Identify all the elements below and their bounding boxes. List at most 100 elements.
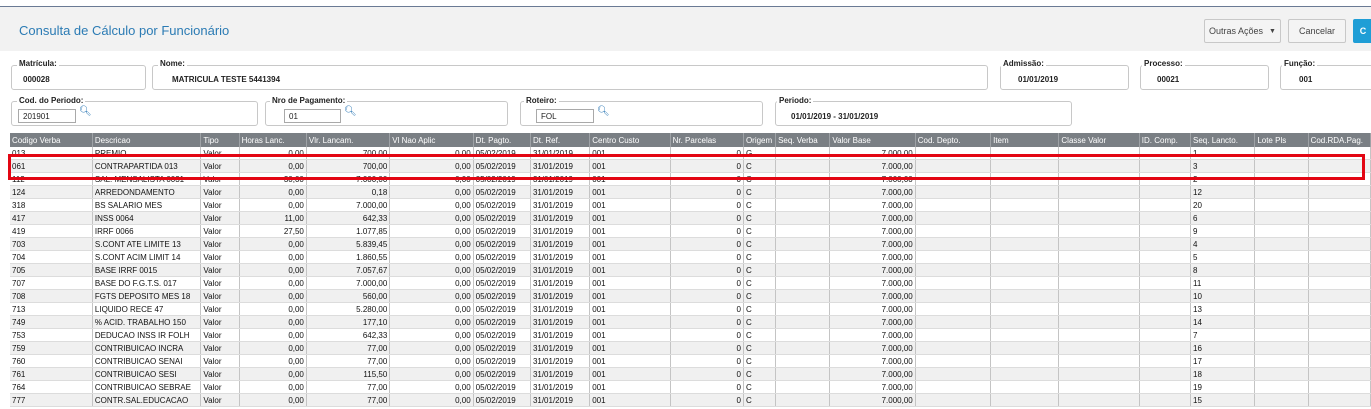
table-cell: 7.057,67 (306, 263, 391, 277)
column-header[interactable]: Nr. Parcelas (670, 133, 744, 147)
table-cell: 0,00 (389, 263, 474, 277)
column-header[interactable]: Vlr. Lancam. (306, 133, 391, 147)
table-row[interactable]: 707 BASE DO F.G.T.S. 017 Valor 0,00 7.000,00… (10, 276, 1371, 290)
column-header[interactable]: Dt. Ref. (530, 133, 591, 147)
column-header[interactable]: Item (990, 133, 1060, 147)
table-cell (990, 172, 1060, 186)
column-header[interactable]: Centro Custo (589, 133, 671, 147)
table-cell: 0,00 (389, 354, 474, 368)
table-cell: 31/01/2019 (530, 302, 591, 316)
confirm-button[interactable]: C (1353, 19, 1371, 43)
table-cell: 9 (1190, 224, 1256, 238)
table-row[interactable]: 124 ARREDONDAMENTO Valor 0,00 0,18 0,00 05/02/… (10, 185, 1371, 199)
table-cell: 31/01/2019 (530, 198, 591, 212)
table-row[interactable]: 112 SAL. MENSALISTA 0031 Valor 30,00 7.000,0… (10, 172, 1371, 186)
search-icon[interactable]: 🔍︎ (344, 106, 357, 117)
table-cell (1139, 289, 1192, 303)
table-cell: 705 (10, 263, 93, 277)
column-header[interactable]: Seq. Lancto. (1190, 133, 1256, 147)
table-cell (915, 393, 992, 407)
table-cell: 11,00 (239, 211, 307, 225)
table-cell (775, 380, 831, 394)
table-row[interactable]: 777 CONTR.SAL.EDUCACAO Valor 0,00 77,00 0,00 0… (10, 393, 1371, 407)
table-cell (990, 224, 1060, 238)
table-row[interactable]: 753 DEDUCAO INSS IR FOLH Valor 0,00 642,33 0,… (10, 328, 1371, 342)
column-header[interactable]: Descricao (92, 133, 202, 147)
table-cell: 0,00 (389, 172, 474, 186)
table-row[interactable]: 705 BASE IRRF 0015 Valor 0,00 7.057,67 0,00 05… (10, 263, 1371, 277)
column-header[interactable]: Horas Lanc. (239, 133, 307, 147)
table-row[interactable]: 749% ACID. TRABALHO 150 Valor 0,00 177,10 0,… (10, 315, 1371, 329)
table-cell: 13 (1190, 302, 1256, 316)
search-icon[interactable]: 🔍︎ (79, 106, 92, 117)
table-cell: 7.000,00 (829, 237, 916, 251)
column-header[interactable]: Dt. Pagto. (473, 133, 531, 147)
table-cell: 14 (1190, 315, 1256, 329)
other-actions-button[interactable]: Outras Ações ▼ (1204, 19, 1281, 43)
table-row[interactable]: 318 BS SALARIO MES Valor 0,00 7.000,00 0,00 05… (10, 198, 1371, 212)
column-header[interactable]: ID. Comp. (1139, 133, 1192, 147)
table-row[interactable]: 417 INSS 0064 Valor 11,00 642,33 0,00 05/02/20… (10, 211, 1371, 225)
table-cell: BASE DO F.G.T.S. 017 (92, 276, 202, 290)
column-header[interactable]: Origem (743, 133, 777, 147)
table-row[interactable]: 419 IRRF 0066 Valor 27,50 1.077,85 0,00 05/02/… (10, 224, 1371, 238)
table-row[interactable]: 764 CONTRIBUICAO SEBRAE Valor 0,00 77,00 0,00… (10, 380, 1371, 394)
column-header[interactable]: Cod. Depto. (915, 133, 992, 147)
table-cell: Valor (200, 328, 240, 342)
roteiro-input[interactable]: FOL (536, 109, 594, 123)
table-cell: 0,00 (239, 185, 307, 199)
table-cell (990, 367, 1060, 381)
table-cell (1254, 172, 1309, 186)
table-cell: 7.000,00 (829, 341, 916, 355)
table-cell (1254, 315, 1309, 329)
table-cell: 11 (1190, 276, 1256, 290)
column-header[interactable]: Lote Pls (1254, 133, 1309, 147)
table-row[interactable]: 708 FGTS DEPOSITO MES 18 Valor 0,00 560,00 0,… (10, 289, 1371, 303)
table-cell: 0 (670, 172, 744, 186)
table-cell: 707 (10, 276, 93, 290)
table-row[interactable]: 761 CONTRIBUICAO SESI Valor 0,00 115,50 0,00 0… (10, 367, 1371, 381)
table-cell: 0 (670, 185, 744, 199)
column-header[interactable]: Seq. Verba (775, 133, 831, 147)
table-cell: C (743, 354, 777, 368)
admissao-value: 01/01/2019 (1018, 75, 1059, 84)
table-cell (990, 250, 1060, 264)
table-cell: 31/01/2019 (530, 328, 591, 342)
table-cell: 0 (670, 302, 744, 316)
table-cell: CONTR.SAL.EDUCACAO (92, 393, 202, 407)
cod-periodo-input[interactable]: 201901 (18, 109, 76, 123)
table-cell: 0,00 (239, 393, 307, 407)
table-cell: Valor (200, 354, 240, 368)
table-row[interactable]: 703 S.CONT ATE LIMITE 13 Valor 0,00 5.839,45… (10, 237, 1371, 251)
table-row[interactable]: 760 CONTRIBUICAO SENAI Valor 0,00 77,00 0,00 0… (10, 354, 1371, 368)
table-cell: 31/01/2019 (530, 276, 591, 290)
table-cell: Valor (200, 276, 240, 290)
column-header[interactable]: Tipo (200, 133, 240, 147)
table-row[interactable]: 013 PREMIO Valor 0,00 700,00 0,00 05/02/2019 31… (10, 147, 1371, 160)
table-row[interactable]: 704 S.CONT ACIM LIMIT 14 Valor 0,00 1.860,55… (10, 250, 1371, 264)
table-cell (990, 159, 1060, 173)
table-cell: 7 (1190, 328, 1256, 342)
table-row[interactable]: 759 CONTRIBUICAO INCRA Valor 0,00 77,00 0,00 0… (10, 341, 1371, 355)
table-cell: 0 (670, 354, 744, 368)
nro-pagamento-input[interactable]: 01 (284, 109, 341, 123)
table-row[interactable]: 061 CONTRAPARTIDA 013 Valor 0,00 700,00 0,00 0… (10, 159, 1371, 173)
table-cell (990, 328, 1060, 342)
column-header[interactable]: Codigo Verba (10, 133, 93, 147)
column-header[interactable]: Valor Base (829, 133, 916, 147)
funcao-value: 001 (1299, 75, 1313, 84)
column-header[interactable]: Classe Valor (1058, 133, 1140, 147)
table-cell: 001 (589, 198, 671, 212)
table-cell: 05/02/2019 (473, 380, 531, 394)
table-row[interactable]: 713 LIQUIDO RECE 47 Valor 0,00 5.280,00 0,00 0… (10, 302, 1371, 316)
table-cell: 001 (589, 276, 671, 290)
column-header[interactable]: Cod.RDA.Pag. (1308, 133, 1371, 147)
table-cell: C (743, 315, 777, 329)
table-cell (1139, 276, 1192, 290)
cancel-button[interactable]: Cancelar (1288, 19, 1346, 43)
table-cell: 7.000,00 (306, 276, 391, 290)
table-cell: 31/01/2019 (530, 237, 591, 251)
table-cell: 419 (10, 224, 93, 238)
column-header[interactable]: Vl Nao Aplic (389, 133, 474, 147)
search-icon[interactable]: 🔍︎ (597, 106, 610, 117)
